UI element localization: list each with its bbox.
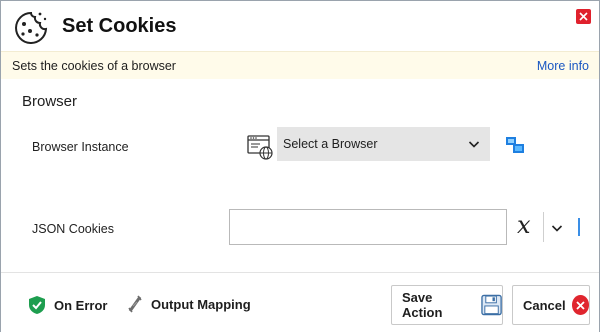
save-action-label: Save Action bbox=[402, 290, 443, 320]
on-error-label: On Error bbox=[54, 297, 108, 313]
dialog-title: Set Cookies bbox=[62, 15, 177, 37]
output-mapping-button[interactable]: Output Mapping bbox=[127, 295, 251, 313]
cancel-label: Cancel bbox=[523, 297, 566, 313]
browser-instance-select[interactable]: Select a Browser bbox=[277, 127, 490, 161]
cookie-icon bbox=[15, 11, 48, 44]
info-bar: Sets the cookies of a browser More info bbox=[1, 51, 599, 79]
field-indicator bbox=[578, 218, 580, 236]
shield-check-icon bbox=[29, 296, 45, 314]
output-mapping-label: Output Mapping bbox=[151, 296, 251, 312]
close-icon bbox=[579, 12, 588, 21]
save-action-button[interactable]: Save Action bbox=[391, 285, 503, 325]
browser-window-icon bbox=[247, 135, 273, 160]
chevron-down-icon[interactable] bbox=[551, 222, 563, 234]
on-error-button[interactable]: On Error bbox=[28, 295, 107, 315]
divider bbox=[543, 212, 544, 242]
set-cookies-dialog: Set Cookies Sets the cookies of a browse… bbox=[0, 0, 600, 332]
floppy-disk-icon bbox=[481, 294, 502, 316]
output-mapping-icon bbox=[128, 295, 142, 313]
chevron-down-icon bbox=[468, 141, 480, 148]
json-cookies-label: JSON Cookies bbox=[32, 222, 114, 236]
dialog-header: Set Cookies bbox=[1, 1, 599, 51]
dialog-footer: On Error Output Mapping Save Action Canc… bbox=[1, 272, 599, 332]
cancel-icon bbox=[571, 295, 589, 315]
json-cookies-input[interactable] bbox=[229, 209, 507, 245]
section-title-browser: Browser bbox=[22, 93, 78, 110]
variable-x-icon[interactable]: 𝑥 bbox=[517, 211, 531, 239]
browser-picker-icon[interactable] bbox=[505, 136, 525, 154]
browser-instance-value: Select a Browser bbox=[283, 137, 378, 151]
close-button[interactable] bbox=[576, 9, 591, 24]
action-description: Sets the cookies of a browser bbox=[12, 59, 176, 73]
cancel-button[interactable]: Cancel bbox=[512, 285, 590, 325]
browser-instance-label: Browser Instance bbox=[32, 140, 129, 154]
more-info-link[interactable]: More info bbox=[537, 59, 589, 73]
